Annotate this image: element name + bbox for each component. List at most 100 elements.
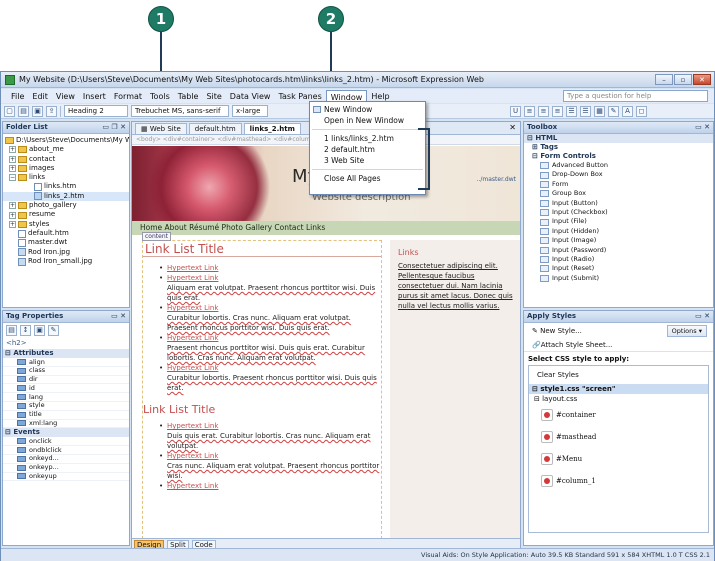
property-row[interactable]: onkeyd... xyxy=(3,454,129,464)
expand-toggle-icon[interactable]: + xyxy=(9,211,16,219)
events-section[interactable]: ⊟ Events xyxy=(3,428,129,438)
maximize-button[interactable]: ▫ xyxy=(674,74,692,85)
link-list-title-2[interactable]: Link List Title xyxy=(143,401,381,419)
sort-az-icon[interactable]: ↕ xyxy=(20,324,31,336)
hypertext-link[interactable]: Hypertext Link xyxy=(167,482,218,490)
toolbox-controls[interactable]: ▭ ✕ xyxy=(695,122,710,133)
toolbox-item[interactable]: Form xyxy=(524,180,713,189)
tab-web-site[interactable]: ▦ Web Site xyxy=(135,123,187,134)
align-left-icon[interactable]: ≡ xyxy=(524,105,535,117)
expand-toggle-icon[interactable]: + xyxy=(9,202,16,210)
property-row[interactable]: onkeyup xyxy=(3,472,129,482)
hypertext-link[interactable]: Hypertext Link xyxy=(167,452,218,460)
toolbox-item[interactable]: Drop-Down Box xyxy=(524,170,713,179)
tag-icon[interactable]: ✎ xyxy=(48,324,59,336)
style-select[interactable]: Heading 2 xyxy=(64,105,128,117)
numbered-list-icon[interactable]: ☰ xyxy=(566,105,577,117)
folder-tree-item[interactable]: + images xyxy=(3,164,129,173)
folder-list-controls[interactable]: ▭ ❐ ✕ xyxy=(102,122,126,133)
open-icon[interactable]: ▤ xyxy=(18,105,29,117)
save-icon[interactable]: ▣ xyxy=(32,105,43,117)
new-page-icon[interactable]: ▢ xyxy=(4,105,15,117)
tab-links-2-htm[interactable]: links_2.htm xyxy=(243,123,301,134)
toolbox-item[interactable]: Group Box xyxy=(524,189,713,198)
list-item[interactable]: Hypertext Link Cras nunc. Aliquam erat vo… xyxy=(143,451,381,481)
menu-edit[interactable]: Edit xyxy=(28,90,52,103)
close-all-pages-item[interactable]: Close All Pages xyxy=(310,173,425,184)
property-row[interactable]: id xyxy=(3,384,129,394)
window-item-1[interactable]: 1 links/links_2.htm xyxy=(310,133,425,144)
window-item-2[interactable]: 2 default.htm xyxy=(310,144,425,155)
toolbox-item[interactable]: Input (Hidden) xyxy=(524,227,713,236)
layer-icon[interactable]: ◻ xyxy=(636,105,647,117)
css-rule-item[interactable]: #Menu xyxy=(529,448,708,470)
new-window-item[interactable]: New Window xyxy=(310,104,425,115)
help-search-input[interactable]: Type a question for help xyxy=(563,90,708,102)
expand-toggle-icon[interactable]: + xyxy=(9,220,16,228)
css-rule-item[interactable]: #masthead xyxy=(529,426,708,448)
layout-css-item[interactable]: ⊟ layout.css xyxy=(529,394,708,404)
form-controls-section[interactable]: ⊟ Form Controls xyxy=(524,152,713,161)
tags-section[interactable]: ⊞ Tags xyxy=(524,143,713,152)
css-rule-item[interactable]: #container xyxy=(529,404,708,426)
toolbox-item[interactable]: Input (Radio) xyxy=(524,255,713,264)
property-row[interactable]: title xyxy=(3,410,129,420)
font-select[interactable]: Trebuchet MS, sans-serif xyxy=(131,105,229,117)
main-content-column[interactable]: Link List Title Hypertext LinkHypertext … xyxy=(142,240,382,539)
align-center-icon[interactable]: ≡ xyxy=(538,105,549,117)
toolbox-item[interactable]: Input (Reset) xyxy=(524,264,713,273)
list-item[interactable]: Hypertext Link xyxy=(143,263,381,273)
bulleted-list-icon[interactable]: ☰ xyxy=(580,105,591,117)
sidebar-column[interactable]: Links Consectetuer adipiscing elit. Pell… xyxy=(390,240,520,539)
size-select[interactable]: x-large xyxy=(232,105,268,117)
list-item[interactable]: Hypertext Link Aliquam erat volutpat. Pra… xyxy=(143,273,381,303)
folder-tree-item[interactable]: + about_me xyxy=(3,145,129,154)
property-row[interactable]: onclick xyxy=(3,437,129,447)
show-set-icon[interactable]: ▣ xyxy=(34,324,45,336)
list-item[interactable]: Hypertext Link Praesent rhoncus porttitor… xyxy=(143,333,381,363)
css-rule-item[interactable]: #column_1 xyxy=(529,470,708,492)
folder-tree-item[interactable]: default.htm xyxy=(3,229,129,238)
attributes-section[interactable]: ⊟ Attributes xyxy=(3,349,129,358)
toolbox-item[interactable]: Advanced Button xyxy=(524,161,713,170)
toolbox-item[interactable]: Input (Button) xyxy=(524,199,713,208)
folder-tree-item[interactable]: + resume xyxy=(3,210,129,219)
folder-tree-item[interactable]: Rod Iron_small.jpg xyxy=(3,257,129,266)
font-color-icon[interactable]: A xyxy=(622,105,633,117)
list-item[interactable]: Hypertext Link Curabitur lobortis. Cras n… xyxy=(143,303,381,333)
design-view[interactable]: My Website description ../master.dwt Hom… xyxy=(132,146,520,539)
clear-styles-item[interactable]: Clear Styles xyxy=(529,366,708,384)
folder-tree-item[interactable]: − links xyxy=(3,173,129,182)
folder-tree-item[interactable]: + photo_gallery xyxy=(3,201,129,210)
hypertext-link[interactable]: Hypertext Link xyxy=(167,264,218,272)
hypertext-link[interactable]: Hypertext Link xyxy=(167,422,218,430)
hypertext-link[interactable]: Hypertext Link xyxy=(167,364,218,372)
folder-tree-item[interactable]: master.dwt xyxy=(3,238,129,247)
hypertext-link[interactable]: Hypertext Link xyxy=(167,274,218,282)
menu-file[interactable]: File xyxy=(7,90,28,103)
folder-tree-item[interactable]: Rod Iron.jpg xyxy=(3,248,129,257)
menu-table[interactable]: Table xyxy=(174,90,203,103)
publish-icon[interactable]: ⇪ xyxy=(46,105,57,117)
html-section[interactable]: ⊟ HTML xyxy=(524,134,713,143)
underline-icon[interactable]: U xyxy=(510,105,521,117)
property-row[interactable]: dir xyxy=(3,375,129,385)
window-item-3[interactable]: 3 Web Site xyxy=(310,155,425,166)
property-row[interactable]: onkeyp... xyxy=(3,463,129,473)
property-row[interactable]: style xyxy=(3,401,129,411)
property-row[interactable]: ondblclick xyxy=(3,446,129,455)
border-icon[interactable]: ▦ xyxy=(594,105,605,117)
folder-tree-item[interactable]: + contact xyxy=(3,155,129,164)
menu-insert[interactable]: Insert xyxy=(79,90,110,103)
new-style-link[interactable]: ✎ New Style... xyxy=(532,327,582,335)
hypertext-link[interactable]: Hypertext Link xyxy=(167,334,218,342)
site-navigation[interactable]: Home About Résumé Photo Gallery Contact … xyxy=(132,221,520,235)
property-row[interactable]: lang xyxy=(3,393,129,402)
minimize-button[interactable]: – xyxy=(655,74,673,85)
close-button[interactable]: ✕ xyxy=(693,74,711,85)
expand-toggle-icon[interactable]: + xyxy=(9,165,16,173)
link-list-title[interactable]: Link List Title xyxy=(143,241,381,257)
property-row[interactable]: xml:lang xyxy=(3,419,129,429)
toolbox-item[interactable]: Input (File) xyxy=(524,217,713,226)
list-item[interactable]: Hypertext Link xyxy=(143,481,381,491)
